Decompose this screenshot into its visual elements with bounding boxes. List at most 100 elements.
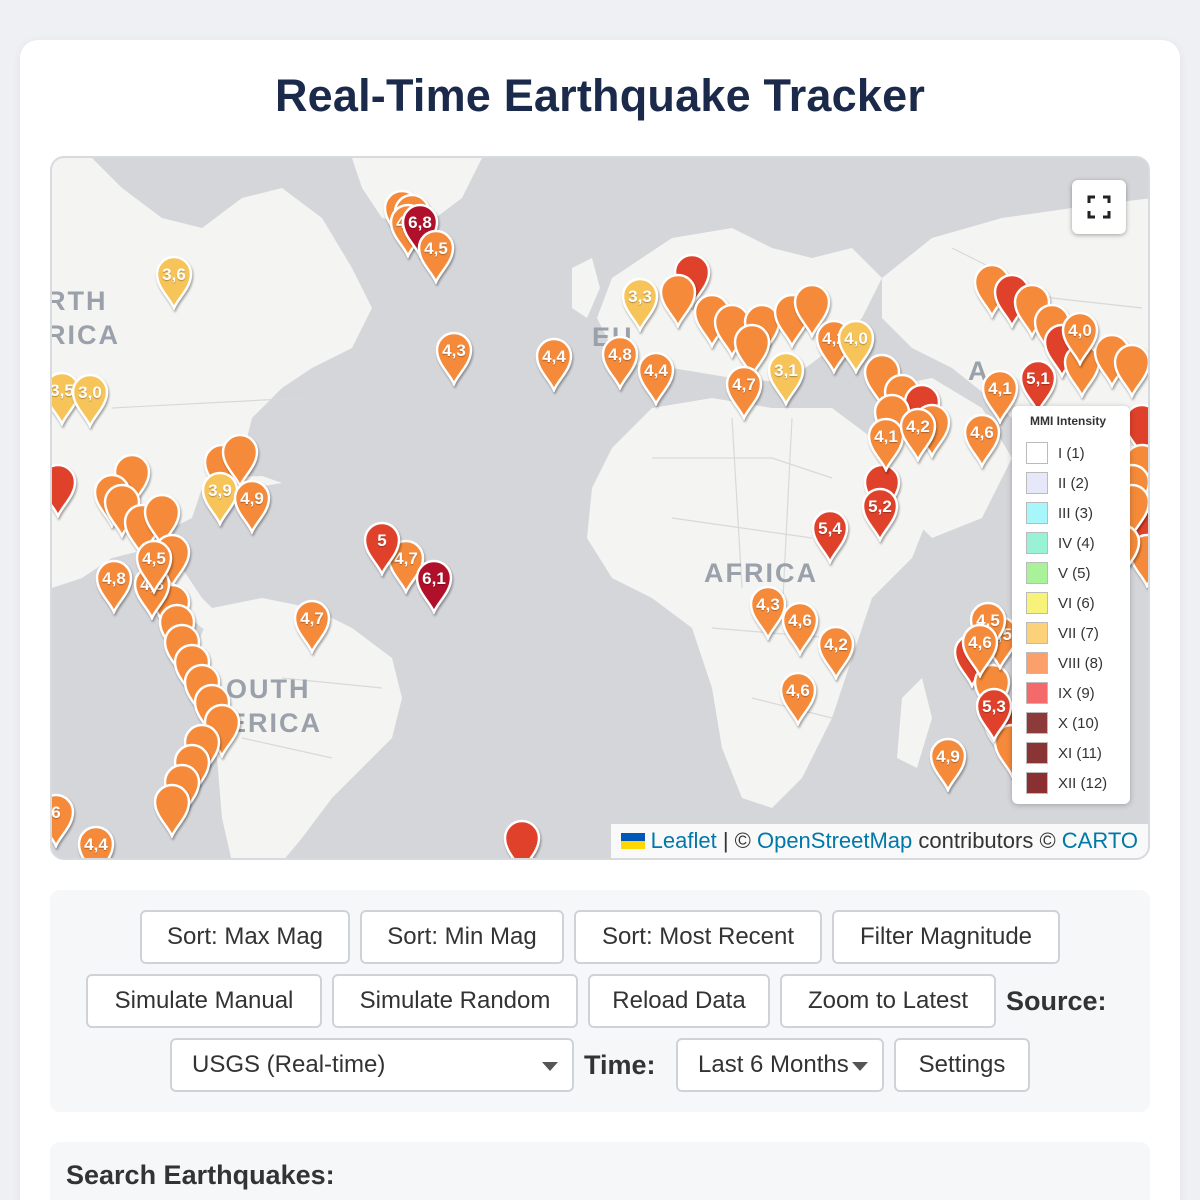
legend-item: IV (4) bbox=[1026, 528, 1120, 558]
legend-item: XI (11) bbox=[1026, 738, 1120, 768]
sort-max-mag-button[interactable]: Sort: Max Mag bbox=[140, 910, 350, 964]
cluster-marker[interactable] bbox=[52, 462, 78, 518]
sort-most-recent-button[interactable]: Sort: Most Recent bbox=[574, 910, 822, 964]
legend-swatch bbox=[1026, 772, 1048, 794]
legend-swatch bbox=[1026, 622, 1048, 644]
marker-magnitude-label: 5 bbox=[377, 531, 387, 550]
marker-magnitude-label: 3,0 bbox=[78, 383, 102, 402]
marker-magnitude-label: 5,1 bbox=[1026, 369, 1050, 388]
legend-item: III (3) bbox=[1026, 498, 1120, 528]
marker-magnitude-label: 4,4 bbox=[644, 361, 668, 380]
marker-magnitude-label: 4,3 bbox=[442, 341, 466, 360]
leaflet-link[interactable]: Leaflet bbox=[651, 828, 717, 854]
earthquake-marker[interactable]: 5,3 bbox=[974, 686, 1014, 742]
carto-link[interactable]: CARTO bbox=[1062, 828, 1138, 854]
earthquake-marker[interactable]: 4,4 bbox=[76, 824, 116, 858]
filter-magnitude-button[interactable]: Filter Magnitude bbox=[832, 910, 1060, 964]
marker-magnitude-label: 4,1 bbox=[988, 379, 1012, 398]
earthquake-marker[interactable]: 3,1 bbox=[766, 350, 806, 406]
earthquake-marker[interactable]: 4,6 bbox=[778, 670, 818, 726]
legend-item: XII (12) bbox=[1026, 768, 1120, 798]
cluster-marker[interactable] bbox=[152, 782, 192, 838]
earthquake-marker[interactable]: 4,8 bbox=[94, 558, 134, 614]
settings-button[interactable]: Settings bbox=[894, 1038, 1030, 1092]
cluster-marker[interactable] bbox=[1112, 342, 1148, 398]
earthquake-marker[interactable]: 4,6 bbox=[960, 622, 1000, 678]
marker-magnitude-label: 3,3 bbox=[628, 287, 652, 306]
earthquake-marker[interactable]: 4,5 bbox=[134, 538, 174, 594]
marker-magnitude-label: 5,2 bbox=[868, 497, 892, 516]
earthquake-marker[interactable]: 3,6 bbox=[154, 254, 194, 310]
attribution-contributors: contributors © bbox=[912, 828, 1062, 853]
page-title: Real-Time Earthquake Tracker bbox=[274, 70, 926, 121]
earthquake-marker[interactable]: 3,0 bbox=[70, 372, 110, 428]
legend-swatch bbox=[1026, 712, 1048, 734]
reload-data-button[interactable]: Reload Data bbox=[588, 974, 770, 1028]
earthquake-marker[interactable]: 3,3 bbox=[620, 276, 660, 332]
earthquake-marker[interactable]: 4,6 bbox=[780, 600, 820, 656]
cluster-marker[interactable] bbox=[502, 818, 542, 858]
legend-label: VI (6) bbox=[1058, 594, 1095, 612]
earthquake-marker[interactable]: 4,8 bbox=[600, 334, 640, 390]
chevron-down-icon bbox=[852, 1062, 868, 1071]
legend-swatch bbox=[1026, 742, 1048, 764]
earthquake-marker[interactable]: 5 bbox=[362, 520, 402, 576]
earthquake-marker[interactable]: 6,1 bbox=[414, 558, 454, 614]
earthquake-marker[interactable]: 4,9 bbox=[928, 736, 968, 792]
earthquake-markers: 3,64,66,84,53,34,34,44,84,44,73,14,24,83… bbox=[51, 158, 1148, 858]
fullscreen-button[interactable] bbox=[1072, 180, 1126, 234]
simulate-manual-button[interactable]: Simulate Manual bbox=[86, 974, 322, 1028]
legend-item: I (1) bbox=[1026, 438, 1120, 468]
earthquake-marker[interactable]: 4,4 bbox=[534, 336, 574, 392]
earthquake-marker[interactable]: 4,7 bbox=[724, 364, 764, 420]
zoom-to-latest-button[interactable]: Zoom to Latest bbox=[780, 974, 996, 1028]
marker-magnitude-label: 4,9 bbox=[936, 747, 960, 766]
marker-magnitude-label: 4,6 bbox=[970, 423, 994, 442]
legend-label: VIII (8) bbox=[1058, 654, 1104, 672]
earthquake-marker[interactable]: 6 bbox=[51, 792, 76, 848]
earthquake-marker[interactable]: 4,3 bbox=[434, 330, 474, 386]
earthquake-marker[interactable]: 5,2 bbox=[860, 486, 900, 542]
legend-label: XII (12) bbox=[1058, 774, 1108, 792]
legend-label: V (5) bbox=[1058, 564, 1091, 582]
map-attribution: Leaflet | © OpenStreetMap contributors ©… bbox=[610, 824, 1148, 858]
marker-magnitude-label: 4,4 bbox=[542, 347, 566, 366]
earthquake-marker[interactable]: 4,4 bbox=[636, 350, 676, 406]
marker-magnitude-label: 4,4 bbox=[84, 835, 108, 854]
legend-swatch bbox=[1026, 532, 1048, 554]
earthquake-marker[interactable]: 4,5 bbox=[416, 228, 456, 284]
earthquake-marker[interactable]: 4,9 bbox=[232, 478, 272, 534]
simulate-random-button[interactable]: Simulate Random bbox=[332, 974, 578, 1028]
marker-magnitude-label: 4,6 bbox=[786, 681, 810, 700]
earthquake-marker[interactable]: 4,2 bbox=[816, 624, 856, 680]
source-select-value: USGS (Real-time) bbox=[192, 1051, 386, 1078]
sort-min-mag-button[interactable]: Sort: Min Mag bbox=[360, 910, 564, 964]
earthquake-map[interactable]: RTH RICA EU AFRICA OUTH ERICA A 3,64,66,… bbox=[50, 156, 1150, 860]
earthquake-marker[interactable]: 4,2 bbox=[898, 406, 938, 462]
legend-item: VII (7) bbox=[1026, 618, 1120, 648]
marker-magnitude-label: 3,6 bbox=[162, 265, 186, 284]
ukraine-flag-icon bbox=[620, 833, 645, 849]
legend-swatch bbox=[1026, 682, 1048, 704]
earthquake-marker[interactable]: 4,0 bbox=[1060, 310, 1100, 366]
time-select[interactable]: Last 6 Months bbox=[676, 1038, 884, 1092]
legend-swatch bbox=[1026, 502, 1048, 524]
legend-title: MMI Intensity bbox=[1030, 414, 1107, 428]
legend-swatch bbox=[1026, 562, 1048, 584]
marker-magnitude-label: 4,8 bbox=[608, 345, 632, 364]
legend-item: II (2) bbox=[1026, 468, 1120, 498]
legend-swatch bbox=[1026, 472, 1048, 494]
legend-label: XI (11) bbox=[1058, 744, 1102, 762]
marker-magnitude-label: 4,0 bbox=[1068, 321, 1092, 340]
map-marker-icon bbox=[503, 819, 541, 858]
earthquake-marker[interactable]: 4,0 bbox=[836, 318, 876, 374]
legend-item: VI (6) bbox=[1026, 588, 1120, 618]
marker-magnitude-label: 6,1 bbox=[422, 569, 446, 588]
openstreetmap-link[interactable]: OpenStreetMap bbox=[757, 828, 912, 854]
legend-label: II (2) bbox=[1058, 474, 1089, 492]
earthquake-marker[interactable]: 4,7 bbox=[292, 598, 332, 654]
earthquake-marker[interactable]: 5,4 bbox=[810, 508, 850, 564]
source-select[interactable]: USGS (Real-time) bbox=[170, 1038, 574, 1092]
source-label: Source: bbox=[1006, 986, 1107, 1016]
marker-magnitude-label: 6 bbox=[51, 803, 61, 822]
